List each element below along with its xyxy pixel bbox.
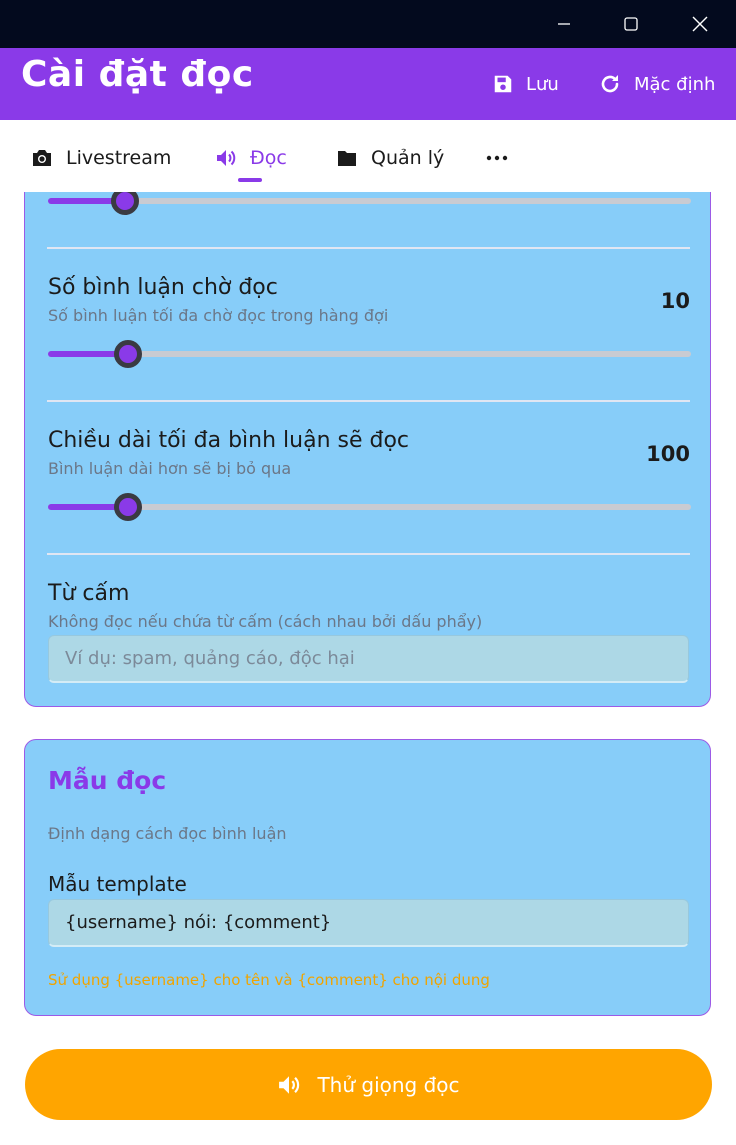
queue-slider[interactable]: [48, 340, 691, 368]
active-tab-indicator: [238, 178, 262, 182]
max-length-setting-title: Chiều dài tối đa bình luận sẽ đọc: [48, 428, 410, 453]
template-card: Mẫu đọc Định dạng cách đọc bình luận Mẫu…: [24, 739, 711, 1016]
default-label: Mặc định: [634, 73, 716, 95]
refresh-icon: [601, 75, 619, 93]
divider: [47, 553, 690, 555]
camera-icon: [33, 150, 51, 166]
try-voice-label: Thử giọng đọc: [317, 1072, 460, 1097]
max-length-setting-subtitle: Bình luận dài hơn sẽ bị bỏ qua: [48, 459, 292, 478]
save-button[interactable]: Lưu: [492, 68, 559, 100]
window-titlebar: [0, 0, 736, 48]
close-icon: [692, 16, 708, 32]
folder-icon: [338, 151, 356, 166]
speaker-icon: [279, 1075, 300, 1094]
tab-label: Đọc: [250, 147, 287, 169]
template-hint: Sử dụng {username} cho tên và {comment} …: [48, 971, 490, 989]
reading-settings-card: Số bình luận chờ đọc Số bình luận tối đa…: [24, 192, 711, 707]
minimize-icon: [558, 23, 570, 25]
save-label: Lưu: [526, 73, 559, 95]
page-title: Cài đặt đọc: [21, 54, 254, 95]
template-input[interactable]: [48, 899, 689, 947]
maximize-button[interactable]: [608, 0, 654, 48]
banned-words-input[interactable]: [48, 635, 689, 683]
app-bar: Cài đặt đọc Lưu Mặc định: [0, 48, 736, 120]
max-length-setting-value: 100: [646, 442, 690, 466]
settings-content[interactable]: Số bình luận chờ đọc Số bình luận tối đa…: [0, 192, 736, 1145]
try-voice-button[interactable]: Thử giọng đọc: [25, 1049, 712, 1120]
maximize-icon: [624, 17, 638, 31]
template-field-label: Mẫu template: [48, 872, 187, 896]
top-slider[interactable]: [48, 192, 691, 215]
slider-thumb[interactable]: [114, 493, 142, 521]
tab-manage[interactable]: Quản lý: [337, 144, 444, 172]
minimize-button[interactable]: [541, 0, 587, 48]
tab-label: Livestream: [66, 147, 172, 169]
max-length-slider[interactable]: [48, 493, 691, 521]
close-button[interactable]: [677, 0, 723, 48]
save-icon: [494, 75, 512, 93]
tab-more[interactable]: [486, 144, 522, 172]
slider-thumb[interactable]: [111, 192, 139, 215]
speaker-icon: [217, 150, 236, 166]
banned-words-title: Từ cấm: [48, 581, 130, 606]
reset-default-button[interactable]: Mặc định: [598, 68, 715, 100]
queue-setting-value: 10: [660, 289, 690, 313]
more-icon: [486, 155, 508, 161]
template-card-heading: Mẫu đọc: [48, 766, 167, 795]
tab-label: Quản lý: [371, 147, 445, 169]
slider-thumb[interactable]: [114, 340, 142, 368]
tab-bar: Livestream Đọc Quản lý: [0, 120, 736, 192]
queue-setting-subtitle: Số bình luận tối đa chờ đọc trong hàng đ…: [48, 306, 389, 325]
template-card-description: Định dạng cách đọc bình luận: [48, 824, 287, 843]
tab-livestream[interactable]: Livestream: [32, 144, 171, 172]
divider: [47, 247, 690, 249]
divider: [47, 400, 690, 402]
queue-setting-title: Số bình luận chờ đọc: [48, 275, 278, 300]
banned-words-subtitle: Không đọc nếu chứa từ cấm (cách nhau bởi…: [48, 612, 483, 631]
tab-doc[interactable]: Đọc: [216, 144, 287, 172]
app-window: Cài đặt đọc Lưu Mặc định Livestream Đọc …: [0, 0, 736, 1145]
